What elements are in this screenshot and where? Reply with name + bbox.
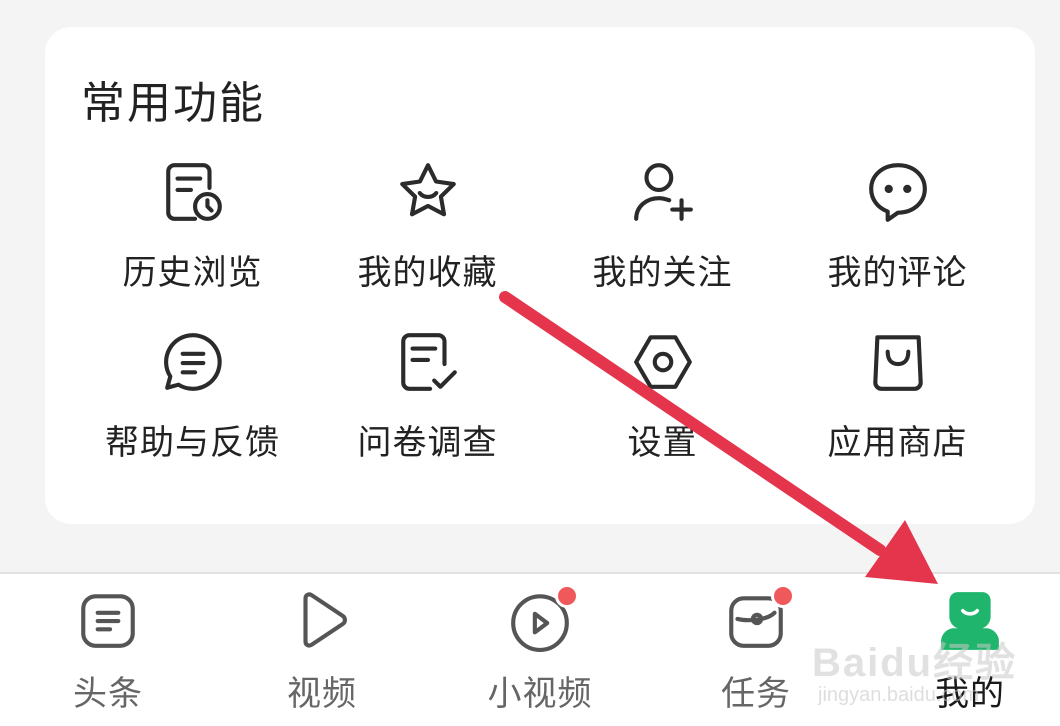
settings-icon <box>628 327 698 397</box>
play-icon <box>289 588 355 654</box>
add-user-icon <box>628 157 698 227</box>
app-screen: 常用功能 历史浏览 我的收藏 我的关注 我的评论 帮助与反馈 问卷调查 设置 应… <box>0 0 1060 726</box>
tab-tasks-label: 任务 <box>721 674 791 714</box>
tab-short-video[interactable]: 小视频 <box>434 574 646 724</box>
comments-label: 我的评论 <box>827 253 968 293</box>
following-button[interactable]: 我的关注 <box>545 157 780 327</box>
notification-badge <box>555 584 579 608</box>
comments-button[interactable]: 我的评论 <box>780 157 1015 327</box>
settings-button[interactable]: 设置 <box>545 327 780 497</box>
watermark: Baidu经验 <box>812 641 1018 685</box>
history-label: 历史浏览 <box>122 253 263 293</box>
history-icon <box>158 157 228 227</box>
task-icon <box>723 584 795 654</box>
tab-headlines[interactable]: 头条 <box>2 574 214 724</box>
app-store-button[interactable]: 应用商店 <box>780 327 1015 497</box>
feedback-icon <box>158 327 228 397</box>
tab-short-video-label: 小视频 <box>487 674 593 714</box>
survey-icon <box>393 327 463 397</box>
common-functions-card: 常用功能 历史浏览 我的收藏 我的关注 我的评论 帮助与反馈 问卷调查 设置 应… <box>45 27 1035 524</box>
star-icon <box>393 157 463 227</box>
favorites-button[interactable]: 我的收藏 <box>310 157 545 327</box>
history-button[interactable]: 历史浏览 <box>75 157 310 327</box>
app-store-label: 应用商店 <box>827 423 968 463</box>
watermark-url: jingyan.baidu.com <box>818 684 980 706</box>
survey-button[interactable]: 问卷调查 <box>310 327 545 497</box>
shopping-bag-icon <box>863 327 933 397</box>
help-feedback-label: 帮助与反馈 <box>105 423 280 463</box>
tab-headlines-label: 头条 <box>73 674 143 714</box>
survey-label: 问卷调查 <box>357 423 498 463</box>
section-title: 常用功能 <box>81 78 265 129</box>
notification-badge <box>771 584 795 608</box>
short-video-icon <box>507 584 579 654</box>
following-label: 我的关注 <box>592 253 733 293</box>
headlines-icon <box>75 588 141 654</box>
tab-video[interactable]: 视频 <box>216 574 428 724</box>
tab-video-label: 视频 <box>287 674 357 714</box>
comment-icon <box>863 157 933 227</box>
help-feedback-button[interactable]: 帮助与反馈 <box>75 327 310 497</box>
favorites-label: 我的收藏 <box>357 253 498 293</box>
settings-label: 设置 <box>627 423 698 463</box>
function-grid: 历史浏览 我的收藏 我的关注 我的评论 帮助与反馈 问卷调查 设置 应用商店 <box>75 157 1015 487</box>
